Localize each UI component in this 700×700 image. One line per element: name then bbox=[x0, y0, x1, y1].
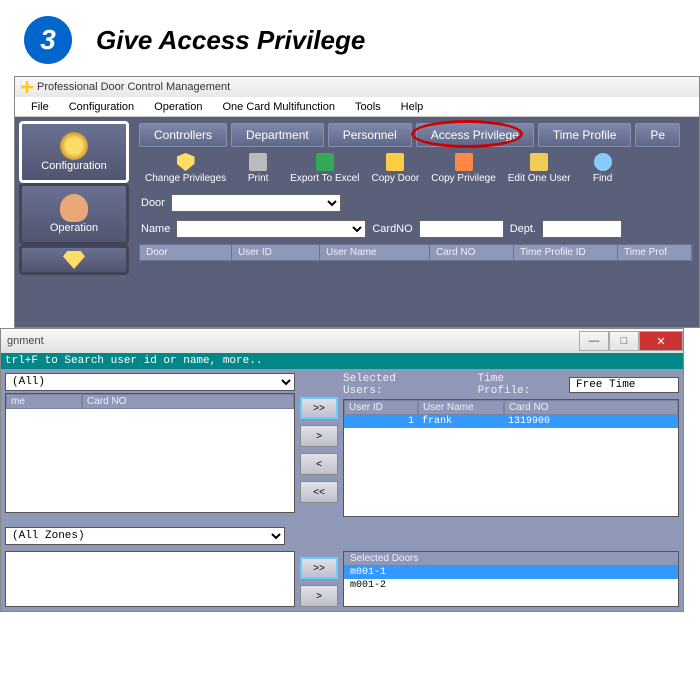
gear-icon bbox=[60, 132, 88, 160]
tab-department[interactable]: Department bbox=[231, 123, 324, 147]
step-number-badge: 3 bbox=[24, 16, 72, 64]
tab-time-profile[interactable]: Time Profile bbox=[538, 123, 632, 147]
cell-userid: 1 bbox=[344, 415, 418, 428]
excel-icon bbox=[316, 153, 334, 171]
name-select[interactable] bbox=[176, 220, 366, 238]
selected-doors-header: Selected Doors bbox=[344, 552, 678, 566]
btn-copy-door[interactable]: Copy Door bbox=[365, 151, 425, 186]
app-titlebar: Professional Door Control Management bbox=[15, 77, 699, 97]
grid-header: Door User ID User Name Card NO Time Prof… bbox=[139, 244, 693, 261]
available-doors-grid[interactable] bbox=[5, 551, 295, 607]
btn-copy-privilege[interactable]: Copy Privilege bbox=[425, 151, 501, 186]
menu-operation[interactable]: Operation bbox=[144, 99, 212, 115]
btn-find[interactable]: Find bbox=[577, 151, 629, 186]
hand-icon bbox=[60, 194, 88, 222]
cardno-input[interactable] bbox=[419, 220, 504, 238]
selected-users-label: Selected Users: bbox=[343, 373, 442, 397]
btn-change-privileges[interactable]: Change Privileges bbox=[139, 151, 232, 186]
cell-username: frank bbox=[418, 415, 504, 428]
dialog-titlebar: gnment — □ ✕ bbox=[1, 329, 683, 353]
menu-file[interactable]: File bbox=[21, 99, 59, 115]
menubar: File Configuration Operation One Card Mu… bbox=[15, 97, 699, 117]
tool-icon bbox=[63, 251, 85, 269]
sidebar-item-tools[interactable] bbox=[19, 245, 129, 275]
close-button[interactable]: ✕ bbox=[639, 331, 683, 351]
time-profile-value[interactable]: Free Time bbox=[569, 377, 679, 393]
filter-name-row: Name CardNO Dept. bbox=[133, 216, 699, 242]
move-right-button[interactable]: > bbox=[300, 425, 338, 447]
step-header: 3 Give Access Privilege bbox=[0, 0, 700, 76]
menu-configuration[interactable]: Configuration bbox=[59, 99, 144, 115]
list-item[interactable]: m001-2 bbox=[344, 579, 678, 592]
list-item[interactable]: m001-1 bbox=[344, 566, 678, 579]
col-timeprofileid: Time Profile ID bbox=[514, 245, 618, 260]
btn-print[interactable]: Print bbox=[232, 151, 284, 186]
menu-tools[interactable]: Tools bbox=[345, 99, 391, 115]
col-username: User Name bbox=[418, 400, 504, 415]
maximize-button[interactable]: □ bbox=[609, 331, 639, 351]
dialog-title: gnment bbox=[7, 335, 44, 347]
step-title: Give Access Privilege bbox=[96, 25, 365, 56]
sidebar-item-configuration[interactable]: Configuration bbox=[19, 121, 129, 183]
tab-personnel[interactable]: Personnel bbox=[328, 123, 412, 147]
move-all-right-button[interactable]: >> bbox=[300, 397, 338, 419]
move-left-button[interactable]: < bbox=[300, 453, 338, 475]
hint-bar: trl+F to Search user id or name, more.. bbox=[1, 353, 683, 369]
zone-combo[interactable]: (All Zones) bbox=[5, 527, 285, 545]
available-users-grid[interactable]: me Card NO bbox=[5, 393, 295, 513]
find-icon bbox=[594, 153, 612, 171]
tab-access-privilege[interactable]: Access Privilege bbox=[416, 123, 534, 147]
toolbar: Change Privileges Print Export To Excel … bbox=[133, 147, 699, 190]
dept-combo[interactable]: (All) bbox=[5, 373, 295, 391]
assignment-dialog: gnment — □ ✕ trl+F to Search user id or … bbox=[0, 328, 684, 612]
btn-export-excel[interactable]: Export To Excel bbox=[284, 151, 365, 186]
menu-help[interactable]: Help bbox=[391, 99, 434, 115]
minimize-button[interactable]: — bbox=[579, 331, 609, 351]
tabbar: Controllers Department Personnel Access … bbox=[133, 117, 699, 147]
move-all-left-button[interactable]: << bbox=[300, 481, 338, 503]
door-label: Door bbox=[141, 197, 165, 209]
col-timeprof: Time Prof bbox=[618, 245, 692, 260]
key-icon bbox=[21, 81, 33, 93]
selected-users-grid[interactable]: User ID User Name Card NO 1 frank 131990… bbox=[343, 399, 679, 517]
filter-door-row: Door bbox=[133, 190, 699, 216]
time-profile-label: Time Profile: bbox=[478, 373, 563, 397]
menu-onecard[interactable]: One Card Multifunction bbox=[212, 99, 345, 115]
table-row[interactable]: 1 frank 1319900 bbox=[344, 415, 678, 428]
selected-doors-grid[interactable]: Selected Doors m001-1 m001-2 bbox=[343, 551, 679, 607]
sidebar-item-label: Configuration bbox=[41, 160, 106, 172]
col-me: me bbox=[6, 394, 82, 409]
tab-label: Access Privilege bbox=[431, 128, 519, 142]
col-door: Door bbox=[140, 245, 232, 260]
copy-privilege-icon bbox=[455, 153, 473, 171]
tab-controllers[interactable]: Controllers bbox=[139, 123, 227, 147]
col-cardno: Card NO bbox=[82, 394, 294, 409]
edit-user-icon bbox=[530, 153, 548, 171]
door-move-all-right-button[interactable]: >> bbox=[300, 557, 338, 579]
app-window: Professional Door Control Management Fil… bbox=[14, 76, 700, 328]
dept-label: Dept. bbox=[510, 223, 536, 235]
tab-more[interactable]: Pe bbox=[635, 123, 680, 147]
col-cardno: Card NO bbox=[430, 245, 514, 260]
printer-icon bbox=[249, 153, 267, 171]
col-username: User Name bbox=[320, 245, 430, 260]
col-userid: User ID bbox=[344, 400, 418, 415]
col-cardno: Card NO bbox=[504, 400, 678, 415]
door-move-right-button[interactable]: > bbox=[300, 585, 338, 607]
app-title: Professional Door Control Management bbox=[37, 81, 230, 93]
door-select[interactable] bbox=[171, 194, 341, 212]
sidebar-item-label: Operation bbox=[50, 222, 98, 234]
sidebar-item-operation[interactable]: Operation bbox=[19, 183, 129, 245]
shield-icon bbox=[177, 153, 195, 171]
cell-cardno: 1319900 bbox=[504, 415, 678, 428]
cardno-label: CardNO bbox=[372, 223, 412, 235]
sidebar: Configuration Operation bbox=[15, 117, 133, 327]
col-userid: User ID bbox=[232, 245, 320, 260]
btn-edit-one-user[interactable]: Edit One User bbox=[502, 151, 577, 186]
name-label: Name bbox=[141, 223, 170, 235]
copy-door-icon bbox=[386, 153, 404, 171]
dept-input[interactable] bbox=[542, 220, 622, 238]
